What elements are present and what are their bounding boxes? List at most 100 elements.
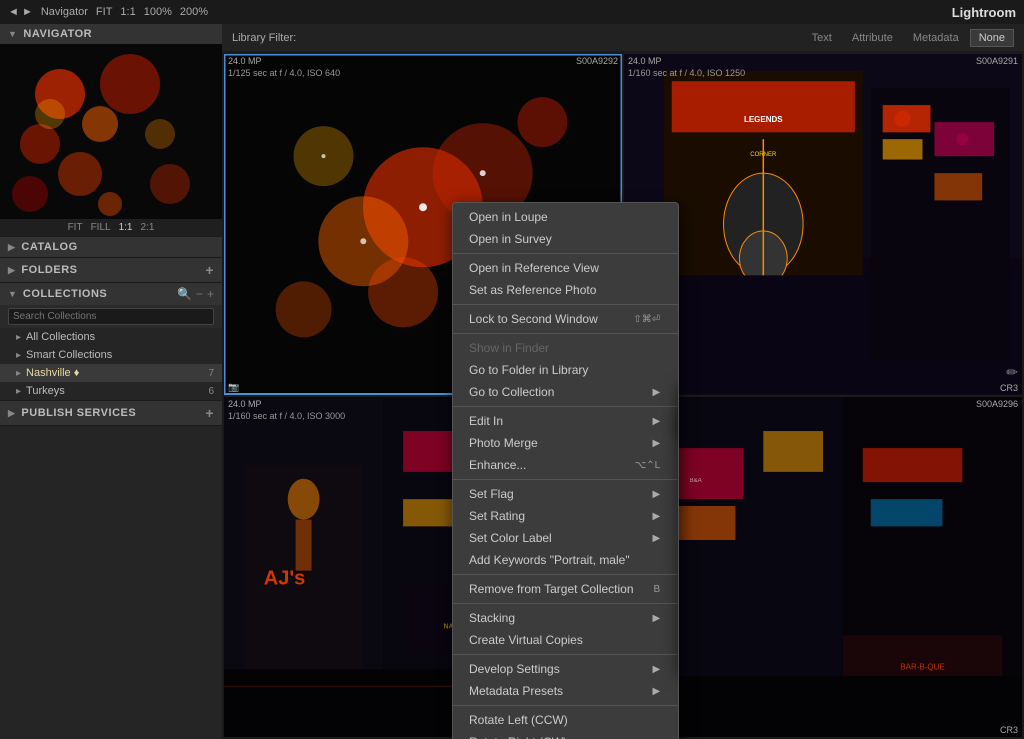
filter-tab-none[interactable]: None bbox=[970, 29, 1014, 47]
collections-item-smart[interactable]: ▸ Smart Collections bbox=[0, 346, 222, 364]
all-collections-label: All Collections bbox=[26, 331, 95, 343]
filter-tabs: Text Attribute Metadata None bbox=[803, 29, 1014, 47]
ctx-add-keywords[interactable]: Add Keywords "Portrait, male" bbox=[453, 549, 678, 571]
catalog-header[interactable]: ▶ Catalog bbox=[0, 237, 222, 257]
ctx-sep-4 bbox=[453, 406, 678, 407]
catalog-title: Catalog bbox=[21, 241, 77, 253]
zoom-fit-control[interactable]: FIT bbox=[68, 222, 83, 233]
photo-cell-4[interactable]: B&A BAR-B-QUE S00A9296 CR3 • bbox=[624, 397, 1022, 738]
photo-badge-4: CR3 bbox=[1000, 725, 1018, 735]
ctx-open-loupe[interactable]: Open in Loupe bbox=[453, 206, 678, 228]
svg-text:B&A: B&A bbox=[690, 478, 702, 484]
collections-plus-btn[interactable]: + bbox=[207, 287, 214, 301]
nav-back-forward-btn[interactable]: ◄ ► bbox=[8, 6, 33, 18]
ctx-sep-1 bbox=[453, 253, 678, 254]
publish-add-btn[interactable]: + bbox=[205, 405, 214, 421]
collections-item-nashville[interactable]: ▸ Nashville ♦ 7 bbox=[0, 364, 222, 382]
zoom-fit-btn[interactable]: FIT bbox=[96, 6, 113, 18]
set-flag-arrow: ▶ bbox=[652, 489, 660, 500]
photo-exif-1: 1/125 sec at f / 4.0, ISO 640 bbox=[228, 68, 340, 78]
ctx-enhance[interactable]: Enhance... ⌥⌃L bbox=[453, 454, 678, 476]
folders-section: ▶ Folders + bbox=[0, 258, 222, 283]
zoom-fill-control[interactable]: FILL bbox=[91, 222, 111, 233]
ctx-lock-second[interactable]: Lock to Second Window ⇧⌘⏎ bbox=[453, 308, 678, 330]
publish-section: ▶ Publish Services + bbox=[0, 401, 222, 426]
collections-search-input[interactable] bbox=[8, 308, 214, 325]
filter-tab-text[interactable]: Text bbox=[803, 29, 841, 47]
ctx-edit-in[interactable]: Edit In ▶ Edit in Adobe Photoshop 2023..… bbox=[453, 410, 678, 432]
publish-title: Publish Services bbox=[21, 407, 136, 419]
top-bar-right: Lightroom bbox=[952, 5, 1016, 20]
catalog-section: ▶ Catalog bbox=[0, 237, 222, 258]
collections-item-all[interactable]: ▸ All Collections bbox=[0, 328, 222, 346]
collections-search-btn[interactable]: 🔍 bbox=[177, 287, 192, 301]
set-color-arrow: ▶ bbox=[652, 533, 660, 544]
ctx-rotate-left[interactable]: Rotate Left (CCW) bbox=[453, 709, 678, 731]
filter-tab-metadata[interactable]: Metadata bbox=[904, 29, 968, 47]
folders-header[interactable]: ▶ Folders + bbox=[0, 258, 222, 282]
photo-exif-3: 1/160 sec at f / 4.0, ISO 3000 bbox=[228, 411, 345, 421]
ctx-stacking[interactable]: Stacking ▶ bbox=[453, 607, 678, 629]
collections-controls: 🔍 − + bbox=[177, 287, 214, 301]
ctx-set-rating[interactable]: Set Rating ▶ bbox=[453, 505, 678, 527]
navigator-thumbnail bbox=[0, 44, 222, 219]
smart-collections-label: Smart Collections bbox=[26, 349, 112, 361]
collections-item-turkeys[interactable]: ▸ Turkeys 6 bbox=[0, 382, 222, 400]
filter-tab-attribute[interactable]: Attribute bbox=[843, 29, 902, 47]
zoom-1to1-btn[interactable]: 1:1 bbox=[120, 6, 135, 18]
all-collections-icon: ▸ bbox=[16, 332, 21, 343]
top-bar: ◄ ► Navigator FIT 1:1 100% 200% Lightroo… bbox=[0, 0, 1024, 24]
photo-icon-1: 📷 bbox=[228, 382, 239, 393]
folders-add-btn[interactable]: + bbox=[205, 262, 214, 278]
ctx-set-reference[interactable]: Set as Reference Photo bbox=[453, 279, 678, 301]
ctx-photo-merge[interactable]: Photo Merge ▶ bbox=[453, 432, 678, 454]
left-panel: ▼ Navigator bbox=[0, 24, 222, 739]
navigator-section: ▼ Navigator bbox=[0, 24, 222, 237]
ctx-goto-folder[interactable]: Go to Folder in Library bbox=[453, 359, 678, 381]
navigator-zoom-controls: FIT FILL 1:1 2:1 bbox=[0, 219, 222, 236]
folders-title: Folders bbox=[21, 264, 77, 276]
ctx-develop-settings[interactable]: Develop Settings ▶ bbox=[453, 658, 678, 680]
filter-label: Library Filter: bbox=[232, 32, 296, 44]
collections-title: Collections bbox=[23, 288, 177, 300]
navigator-image bbox=[0, 44, 222, 219]
photo-merge-arrow: ▶ bbox=[652, 438, 660, 449]
turkeys-count: 6 bbox=[208, 386, 214, 397]
context-menu[interactable]: Open in Loupe Open in Survey Open in Ref… bbox=[452, 202, 679, 739]
ctx-metadata-presets[interactable]: Metadata Presets ▶ bbox=[453, 680, 678, 702]
zoom-200-btn[interactable]: 200% bbox=[180, 6, 208, 18]
filter-bar: Library Filter: Text Attribute Metadata … bbox=[222, 24, 1024, 52]
app-title: Lightroom bbox=[952, 5, 1016, 20]
ctx-remove-target[interactable]: Remove from Target Collection B bbox=[453, 578, 678, 600]
photo-image-2: LEGENDS CORNER bbox=[624, 54, 1022, 395]
ctx-create-virtual[interactable]: Create Virtual Copies bbox=[453, 629, 678, 651]
svg-text:BAR-B-QUE: BAR-B-QUE bbox=[900, 662, 944, 671]
collections-minus-btn[interactable]: − bbox=[196, 287, 203, 301]
zoom-2-control[interactable]: 2:1 bbox=[141, 222, 155, 233]
turkeys-label: Turkeys bbox=[26, 385, 65, 397]
content-area: Library Filter: Text Attribute Metadata … bbox=[222, 24, 1024, 739]
metadata-presets-arrow: ▶ bbox=[652, 686, 660, 697]
zoom-1-control[interactable]: 1:1 bbox=[119, 222, 133, 233]
ctx-set-flag[interactable]: Set Flag ▶ bbox=[453, 483, 678, 505]
publish-header[interactable]: ▶ Publish Services + bbox=[0, 401, 222, 425]
navigator-title: Navigator bbox=[23, 28, 92, 40]
ctx-open-survey[interactable]: Open in Survey bbox=[453, 228, 678, 250]
ctx-sep-5 bbox=[453, 479, 678, 480]
publish-arrow: ▶ bbox=[8, 408, 15, 419]
zoom-100-btn[interactable]: 100% bbox=[144, 6, 172, 18]
folders-arrow: ▶ bbox=[8, 265, 15, 276]
collections-arrow: ▼ bbox=[8, 289, 17, 299]
ctx-sep-2 bbox=[453, 304, 678, 305]
navigator-header[interactable]: ▼ Navigator bbox=[0, 24, 222, 44]
ctx-open-reference[interactable]: Open in Reference View bbox=[453, 257, 678, 279]
photo-cell-2[interactable]: LEGENDS CORNER bbox=[624, 54, 1022, 395]
ctx-rotate-right[interactable]: Rotate Right (CW) bbox=[453, 731, 678, 739]
stacking-arrow: ▶ bbox=[652, 613, 660, 624]
nashville-label: Nashville ♦ bbox=[26, 367, 79, 379]
catalog-arrow: ▶ bbox=[8, 242, 15, 253]
set-rating-arrow: ▶ bbox=[652, 511, 660, 522]
ctx-goto-collection[interactable]: Go to Collection ▶ Goto Library Go to Co… bbox=[453, 381, 678, 403]
ctx-set-color[interactable]: Set Color Label ▶ bbox=[453, 527, 678, 549]
top-bar-left: ◄ ► Navigator FIT 1:1 100% 200% bbox=[8, 6, 208, 18]
